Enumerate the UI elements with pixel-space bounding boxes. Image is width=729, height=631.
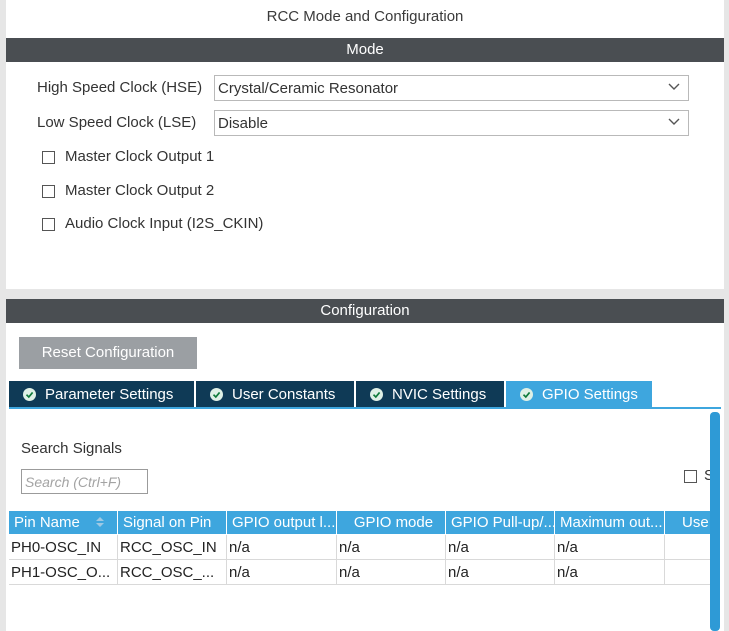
hse-select-value: Crystal/Ceramic Resonator <box>218 80 399 97</box>
mco1-label: Master Clock Output 1 <box>65 148 215 165</box>
table-cell: n/a <box>227 560 337 585</box>
table-cell: n/a <box>227 535 337 560</box>
tab-gpio-settings[interactable]: GPIO Settings <box>506 381 652 408</box>
check-circle-icon <box>370 388 383 401</box>
mode-section-header: Mode <box>6 38 724 62</box>
tab-user-constants[interactable]: User Constants <box>196 381 354 408</box>
tab-nvic-settings[interactable]: NVIC Settings <box>356 381 504 408</box>
tab-label: GPIO Settings <box>542 386 638 403</box>
table-cell: n/a <box>446 560 555 585</box>
vertical-scrollbar[interactable] <box>710 412 720 631</box>
table-cell: n/a <box>337 560 446 585</box>
search-signals-input[interactable] <box>21 469 148 494</box>
tab-label: Parameter Settings <box>45 386 174 403</box>
hse-select[interactable]: Crystal/Ceramic Resonator <box>214 75 689 101</box>
configuration-panel: Configuration Reset Configuration Parame… <box>6 299 724 631</box>
table-cell: PH0-OSC_IN <box>9 535 118 560</box>
lse-select-value: Disable <box>218 115 269 132</box>
hse-label: High Speed Clock (HSE) <box>37 79 203 96</box>
lse-row: Low Speed Clock (LSE) Disable <box>6 110 724 136</box>
table-cell: PH1-OSC_O... <box>9 560 118 585</box>
table-row[interactable]: PH0-OSC_IN RCC_OSC_IN n/a n/a n/a n/a <box>9 535 710 560</box>
table-cell: n/a <box>555 535 665 560</box>
chevron-down-icon <box>668 83 680 90</box>
audio-clock-checkbox[interactable] <box>42 218 55 231</box>
sort-icon <box>96 517 104 527</box>
table-cell: n/a <box>555 560 665 585</box>
table-cell <box>665 535 710 560</box>
table-cell: n/a <box>337 535 446 560</box>
table-row[interactable]: PH1-OSC_O... RCC_OSC_... n/a n/a n/a n/a <box>9 560 710 585</box>
check-circle-icon <box>210 388 223 401</box>
window-title: RCC Mode and Configuration <box>266 8 464 25</box>
reset-configuration-button[interactable]: Reset Configuration <box>19 337 197 369</box>
table-cell <box>665 560 710 585</box>
column-header-gpio-output-level[interactable]: GPIO output l... <box>227 511 337 534</box>
tab-underline <box>9 407 721 409</box>
hse-row: High Speed Clock (HSE) Crystal/Ceramic R… <box>6 75 724 101</box>
table-cell: RCC_OSC_IN <box>118 535 227 560</box>
lse-select[interactable]: Disable <box>214 110 689 136</box>
show-modified-checkbox[interactable] <box>684 470 697 483</box>
column-header-label: Pin Name <box>14 514 80 531</box>
tab-label: NVIC Settings <box>392 386 487 403</box>
mode-panel: RCC Mode and Configuration Mode High Spe… <box>6 0 724 289</box>
mco2-label: Master Clock Output 2 <box>65 182 215 199</box>
table-header: Pin Name Signal on Pin GPIO output l... … <box>9 511 710 534</box>
column-header-maximum-output[interactable]: Maximum out... <box>555 511 665 534</box>
column-header-gpio-pull[interactable]: GPIO Pull-up/... <box>446 511 555 534</box>
table-cell: n/a <box>446 535 555 560</box>
check-circle-icon <box>520 388 533 401</box>
column-header-signal-on-pin[interactable]: Signal on Pin <box>118 511 227 534</box>
column-header-pin-name[interactable]: Pin Name <box>9 511 118 534</box>
lse-label: Low Speed Clock (LSE) <box>37 114 197 131</box>
rcc-configuration-window: RCC Mode and Configuration Mode High Spe… <box>0 0 729 631</box>
chevron-down-icon <box>668 118 680 125</box>
check-circle-icon <box>23 388 36 401</box>
search-signals-title: Search Signals <box>21 440 122 457</box>
column-header-gpio-mode[interactable]: GPIO mode <box>337 511 446 534</box>
tab-parameter-settings[interactable]: Parameter Settings <box>9 381 194 408</box>
configuration-section-header: Configuration <box>6 299 724 323</box>
tab-label: User Constants <box>232 386 336 403</box>
table-cell: RCC_OSC_... <box>118 560 227 585</box>
gpio-table: Pin Name Signal on Pin GPIO output l... … <box>9 511 710 631</box>
column-header-user-label[interactable]: Use <box>665 511 710 534</box>
mco2-checkbox[interactable] <box>42 185 55 198</box>
mco1-checkbox[interactable] <box>42 151 55 164</box>
audio-clock-label: Audio Clock Input (I2S_CKIN) <box>65 215 264 232</box>
